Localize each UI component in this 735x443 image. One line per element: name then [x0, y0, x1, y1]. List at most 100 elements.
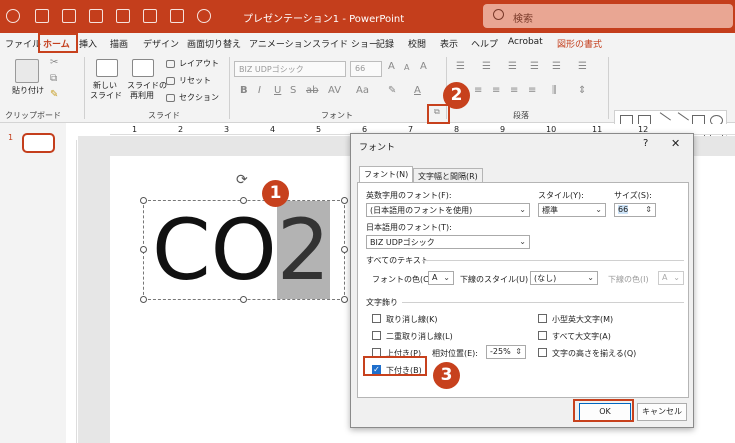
- new-slide-icon[interactable]: [96, 59, 118, 77]
- bullets-icon[interactable]: ☰: [456, 61, 465, 72]
- tab-draw[interactable]: 描画: [110, 37, 128, 50]
- cut-icon[interactable]: ✂: [50, 57, 58, 68]
- tab-view[interactable]: 表示: [440, 37, 458, 50]
- font-name-combo[interactable]: BIZ UDPゴシック: [234, 61, 346, 77]
- jp-font-dropdown[interactable]: BIZ UDPゴシック ⌄: [366, 235, 530, 249]
- underline-style-value: (なし): [534, 274, 557, 283]
- copy-icon[interactable]: ⧉: [50, 73, 57, 84]
- tab-animations[interactable]: アニメーション: [249, 37, 312, 50]
- shadow-icon[interactable]: S: [290, 85, 296, 96]
- strikethrough-icon[interactable]: ab: [306, 85, 318, 96]
- tab-design[interactable]: デザイン: [143, 37, 179, 50]
- customize-qat-icon[interactable]: [197, 9, 211, 23]
- shape-icon[interactable]: [170, 9, 184, 23]
- line-spacing-icon[interactable]: ☰: [552, 61, 561, 72]
- save-icon[interactable]: [35, 9, 49, 23]
- layout-icon[interactable]: [166, 60, 175, 68]
- latin-font-dropdown[interactable]: (日本語用のフォントを使用) ⌄: [366, 203, 530, 217]
- columns-icon[interactable]: ⫼: [552, 85, 557, 96]
- layout-button[interactable]: レイアウト: [179, 59, 219, 69]
- tab-character-spacing[interactable]: 文字幅と間隔(R): [413, 168, 483, 183]
- align-text-icon[interactable]: ⇕: [578, 85, 586, 96]
- bold-icon[interactable]: B: [240, 85, 248, 96]
- resize-handle[interactable]: [140, 296, 147, 303]
- numbering-icon[interactable]: ☰: [482, 61, 491, 72]
- highlight-icon[interactable]: ✎: [388, 85, 396, 96]
- all-caps-checkbox[interactable]: [538, 331, 547, 340]
- resize-handle[interactable]: [140, 197, 147, 204]
- double-strikethrough-checkbox[interactable]: [372, 331, 381, 340]
- small-caps-checkbox[interactable]: [538, 314, 547, 323]
- app-logo-icon: [6, 9, 20, 23]
- redo-icon[interactable]: [89, 9, 103, 23]
- reuse-slides-label-2[interactable]: 再利用: [130, 91, 154, 101]
- tab-help[interactable]: ヘルプ: [471, 37, 498, 50]
- slide-thumbnail[interactable]: [22, 133, 55, 153]
- search-box[interactable]: 検索: [483, 4, 733, 28]
- tab-review[interactable]: 校閲: [408, 37, 426, 50]
- style-dropdown[interactable]: 標準 ⌄: [538, 203, 606, 217]
- tab-file[interactable]: ファイル: [5, 37, 41, 50]
- tab-acrobat[interactable]: Acrobat: [508, 37, 543, 47]
- tab-record[interactable]: 記録: [376, 37, 394, 50]
- character-spacing-icon[interactable]: AV: [328, 85, 341, 96]
- new-slide-label-2[interactable]: スライド: [90, 91, 122, 101]
- tab-shape-format[interactable]: 図形の書式: [557, 37, 602, 50]
- increase-indent-icon[interactable]: ☰: [530, 61, 539, 72]
- align-right-icon[interactable]: ≡: [492, 85, 500, 96]
- underline-icon[interactable]: U: [274, 85, 281, 96]
- strikethrough-checkbox[interactable]: [372, 314, 381, 323]
- spinner-icon[interactable]: ⇕: [645, 205, 652, 214]
- decrease-font-icon[interactable]: A: [404, 63, 409, 72]
- close-button[interactable]: ✕: [671, 137, 680, 150]
- reset-icon[interactable]: [166, 77, 175, 85]
- resize-handle[interactable]: [341, 197, 348, 204]
- clear-formatting-icon[interactable]: A: [420, 61, 427, 72]
- section-icon[interactable]: [166, 94, 175, 102]
- jp-font-label: 日本語用のフォント(T):: [366, 223, 452, 232]
- resize-handle[interactable]: [341, 246, 348, 253]
- help-button[interactable]: ?: [643, 138, 648, 149]
- slide-text[interactable]: CO2: [152, 201, 331, 299]
- tab-insert[interactable]: 挿入: [79, 37, 97, 50]
- tab-font[interactable]: フォント(N): [359, 166, 414, 183]
- style-label: スタイル(Y):: [538, 191, 584, 200]
- format-painter-icon[interactable]: ✎: [50, 89, 58, 100]
- cancel-button[interactable]: キャンセル: [637, 403, 687, 421]
- distributed-icon[interactable]: ≡: [528, 85, 536, 96]
- reset-button[interactable]: リセット: [179, 76, 211, 86]
- start-slideshow-icon[interactable]: [116, 9, 130, 23]
- font-size-combo[interactable]: 66: [350, 61, 382, 77]
- paste-button-label[interactable]: 貼り付け: [12, 86, 44, 96]
- search-placeholder: 検索: [513, 14, 533, 25]
- resize-handle[interactable]: [341, 296, 348, 303]
- paste-icon[interactable]: [15, 59, 39, 83]
- increase-font-icon[interactable]: A: [388, 61, 395, 72]
- offset-field[interactable]: -25% ⇕: [486, 345, 526, 359]
- group-clipboard: クリップボード: [5, 111, 61, 120]
- undo-icon[interactable]: [62, 9, 76, 23]
- italic-icon[interactable]: I: [258, 85, 261, 96]
- reuse-slides-label-1[interactable]: スライドの: [127, 81, 167, 91]
- offset-value: -25%: [490, 347, 511, 356]
- text-direction-icon[interactable]: ☰: [578, 61, 587, 72]
- size-field[interactable]: 66 ⇕: [614, 203, 656, 217]
- equalize-height-checkbox[interactable]: [538, 348, 547, 357]
- decrease-indent-icon[interactable]: ☰: [508, 61, 517, 72]
- font-color-dropdown[interactable]: A ⌄: [428, 271, 454, 285]
- align-center-icon[interactable]: ≡: [474, 85, 482, 96]
- underline-style-dropdown[interactable]: (なし) ⌄: [530, 271, 598, 285]
- section-button[interactable]: セクション: [179, 93, 219, 103]
- underline-color-dropdown[interactable]: A ⌄: [658, 271, 684, 285]
- rotate-handle-icon[interactable]: ⟳: [236, 172, 248, 188]
- resize-handle[interactable]: [140, 246, 147, 253]
- tab-slideshow[interactable]: スライド ショー: [312, 37, 378, 50]
- new-slide-label-1[interactable]: 新しい: [93, 81, 117, 91]
- spinner-icon[interactable]: ⇕: [515, 347, 522, 356]
- change-case-icon[interactable]: Aa: [356, 85, 369, 96]
- tab-transitions[interactable]: 画面切り替え: [187, 37, 241, 50]
- font-color-icon[interactable]: A: [414, 85, 421, 96]
- text-icon[interactable]: [143, 9, 157, 23]
- reuse-slides-icon[interactable]: [132, 59, 154, 77]
- justify-icon[interactable]: ≡: [510, 85, 518, 96]
